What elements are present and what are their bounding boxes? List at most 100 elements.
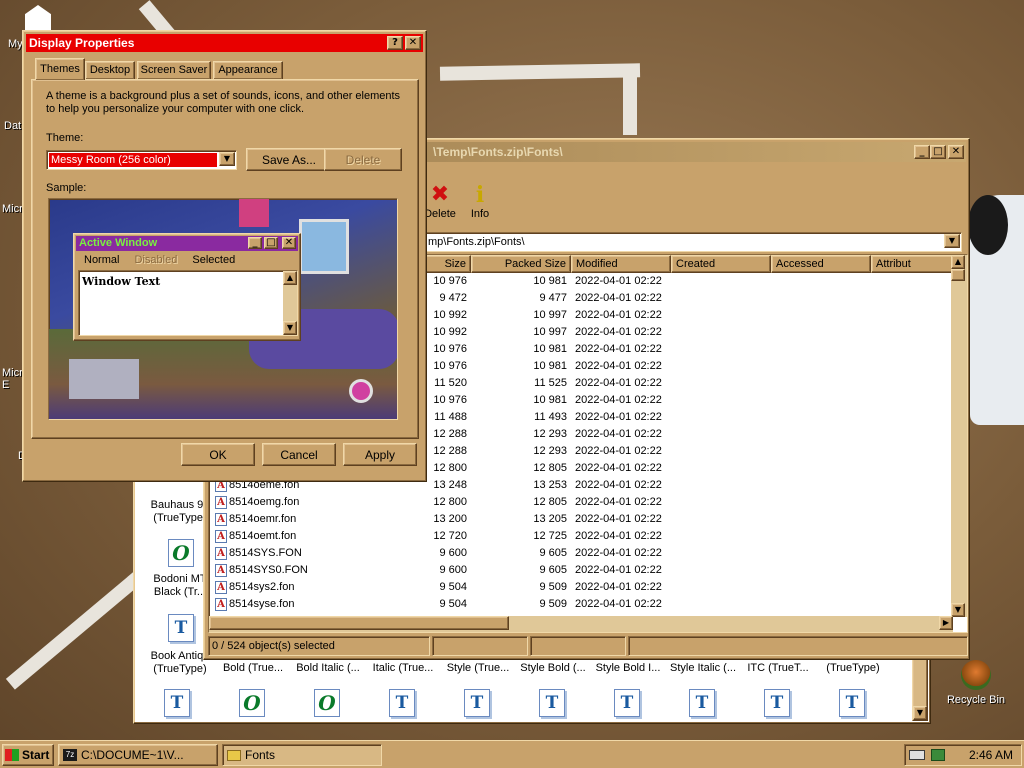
address-dropdown-button[interactable]: ▼ [944, 234, 960, 248]
desktop-icon-my[interactable]: My [8, 38, 23, 50]
scroll-thumb[interactable] [951, 269, 965, 281]
cancel-button[interactable]: Cancel [262, 443, 336, 466]
delete-icon: ✖ [430, 182, 450, 207]
truetype-icon[interactable]: T [464, 689, 490, 717]
truetype-icon[interactable]: T [164, 689, 190, 717]
opentype-icon[interactable]: O [239, 689, 265, 717]
cell-modified: 2022-04-01 02:22 [575, 496, 662, 508]
desktop-icon-micr-2[interactable]: Micr E [2, 367, 23, 391]
preview-close-icon: ✕ [282, 237, 296, 249]
truetype-icon[interactable]: T [764, 689, 790, 717]
theme-dropdown-button[interactable]: ▼ [219, 152, 235, 166]
column-header-modified[interactable]: Modified [571, 255, 671, 273]
cell-modified: 2022-04-01 02:22 [575, 275, 662, 287]
desktop-icon-dat[interactable]: Dat [4, 120, 21, 132]
font-file-icon: A [215, 563, 227, 577]
list-hscrollbar[interactable]: ▶ [209, 616, 953, 632]
scroll-down-button[interactable]: ▼ [913, 706, 927, 720]
recycle-bin[interactable]: Recycle Bin [945, 660, 1007, 706]
preview-menu-selected: Selected [192, 254, 236, 266]
minimize-button[interactable]: _ [914, 145, 930, 159]
list-vscrollbar[interactable]: ▲ ▼ [951, 255, 967, 617]
cell-modified: 2022-04-01 02:22 [575, 479, 662, 491]
scroll-up-button[interactable]: ▲ [951, 255, 965, 269]
hscroll-thumb[interactable] [209, 616, 509, 630]
table-row[interactable]: A 8514SYS.FON 9 600 9 605 2022-04-01 02:22 [209, 545, 953, 562]
font-file-icon: A [215, 529, 227, 543]
font-item-label[interactable]: Style Bold I... [589, 662, 667, 675]
column-header-packed-size[interactable]: Packed Size [471, 255, 571, 273]
table-row[interactable]: A 8514sys2.fon 9 504 9 509 2022-04-01 02:22 [209, 579, 953, 596]
truetype-icon: T [168, 614, 194, 642]
cell-packed: 11 525 [534, 377, 567, 389]
table-row[interactable]: A 8514syse.fon 9 504 9 509 2022-04-01 02:22 [209, 596, 953, 613]
cell-packed: 12 293 [533, 428, 567, 440]
table-row[interactable]: A 8514oemg.fon 12 800 12 805 2022-04-01 02:2… [209, 494, 953, 511]
help-button[interactable]: ? [387, 36, 403, 50]
font-item-label[interactable]: Style Bold (... [514, 662, 592, 675]
keyboard-icon[interactable] [909, 750, 925, 760]
font-item-label[interactable]: Style Italic (... [664, 662, 742, 675]
cell-name: A 8514SYS.FON [215, 545, 375, 562]
cell-packed: 10 981 [533, 275, 567, 287]
preview-active-window: Active Window _ □ ✕ Normal Disabled Sele… [73, 233, 301, 341]
address-bar[interactable]: mp\Fonts.zip\Fonts\ ▼ [424, 232, 962, 252]
column-header-created[interactable]: Created [671, 255, 771, 273]
tab-desktop[interactable]: Desktop [85, 61, 135, 80]
column-header-attributes[interactable]: Attribut [871, 255, 953, 273]
close-button[interactable]: ✕ [948, 145, 964, 159]
cell-name: A 8514oemr.fon [215, 511, 375, 528]
preview-window-text: Window Text [82, 275, 161, 288]
address-text: mp\Fonts.zip\Fonts\ [428, 236, 525, 248]
truetype-icon[interactable]: T [389, 689, 415, 717]
themes-description: A theme is a background plus a set of so… [46, 90, 401, 115]
theme-select[interactable]: Messy Room (256 color) ▼ [46, 150, 237, 170]
toolbar-info[interactable]: i Info [466, 184, 494, 220]
cell-packed: 12 293 [533, 445, 567, 457]
clock[interactable]: 2:46 AM [969, 748, 1013, 762]
tab-themes[interactable]: Themes [35, 58, 85, 80]
windows-logo-icon [5, 749, 19, 761]
apply-button[interactable]: Apply [343, 443, 417, 466]
preview-scroll-down: ▼ [283, 321, 297, 335]
font-item-label[interactable]: Bold Italic (... [289, 662, 367, 675]
font-item-label[interactable]: (TrueType) [814, 662, 892, 675]
ok-button[interactable]: OK [181, 443, 255, 466]
opentype-icon[interactable]: O [314, 689, 340, 717]
table-row[interactable]: A 8514SYS0.FON 9 600 9 605 2022-04-01 02:22 [209, 562, 953, 579]
toolbar-delete[interactable]: ✖ Delete [424, 182, 456, 221]
cell-name: A 8514oemg.fon [215, 494, 375, 511]
desktop-icon-micr-1[interactable]: Micr [2, 203, 23, 215]
network-icon[interactable] [931, 749, 945, 761]
tab-appearance[interactable]: Appearance [213, 61, 283, 80]
font-item-label[interactable]: Style (True... [439, 662, 517, 675]
preview-menu-normal: Normal [84, 254, 120, 266]
font-item-label[interactable]: Italic (True... [364, 662, 442, 675]
start-button[interactable]: Start [2, 744, 54, 766]
tab-screen-saver[interactable]: Screen Saver [137, 61, 211, 80]
cell-modified: 2022-04-01 02:22 [575, 292, 662, 304]
save-as-button[interactable]: Save As... [246, 148, 332, 171]
font-file-icon: A [215, 512, 227, 526]
truetype-icon[interactable]: T [839, 689, 865, 717]
font-item-label[interactable]: ITC (TrueT... [739, 662, 817, 675]
cell-size: 12 720 [433, 530, 467, 542]
dialog-title-bar[interactable]: Display Properties ? ✕ [26, 34, 423, 52]
taskbar-task-fonts[interactable]: Fonts [222, 744, 382, 766]
close-button[interactable]: ✕ [405, 36, 421, 50]
table-row[interactable]: A 8514oemt.fon 12 720 12 725 2022-04-01 02:2… [209, 528, 953, 545]
font-item-label[interactable]: Bold (True... [214, 662, 292, 675]
cell-name: A 8514syse.fon [215, 596, 375, 613]
maximize-button[interactable]: □ [930, 145, 946, 159]
font-file-icon: A [215, 597, 227, 611]
scroll-down-button[interactable]: ▼ [951, 603, 965, 617]
truetype-icon[interactable]: T [539, 689, 565, 717]
truetype-icon[interactable]: T [689, 689, 715, 717]
scroll-right-button[interactable]: ▶ [939, 616, 953, 630]
cell-modified: 2022-04-01 02:22 [575, 513, 662, 525]
truetype-icon[interactable]: T [614, 689, 640, 717]
taskbar-task-7zip[interactable]: 7z C:\DOCUME~1\V... [58, 744, 218, 766]
table-row[interactable]: A 8514oemr.fon 13 200 13 205 2022-04-01 02:2… [209, 511, 953, 528]
delete-button[interactable]: Delete [324, 148, 402, 171]
column-header-accessed[interactable]: Accessed [771, 255, 871, 273]
